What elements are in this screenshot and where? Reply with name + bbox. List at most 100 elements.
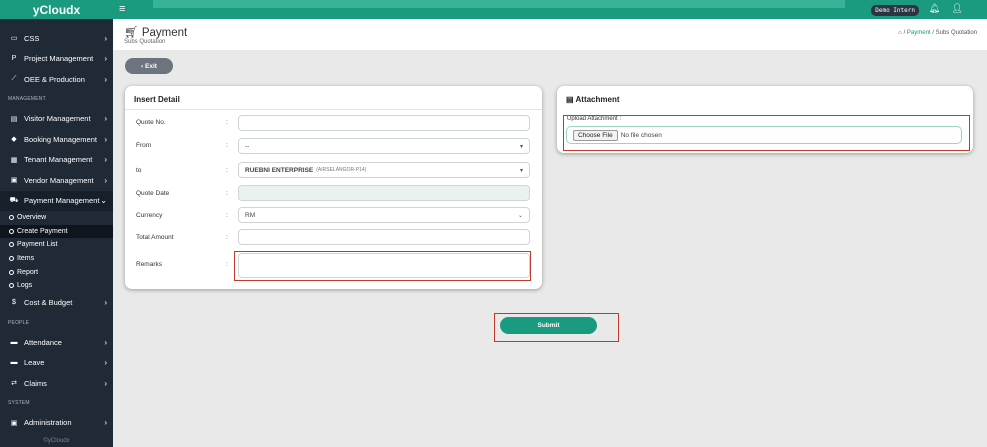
- circle-icon: [9, 283, 14, 289]
- cart-icon: ⛟: [9, 197, 19, 205]
- exit-label: Exit: [145, 62, 157, 70]
- highlight-box: [563, 115, 970, 151]
- currency-select-value: RM: [245, 211, 256, 219]
- chevron-right-icon: ›: [104, 378, 107, 388]
- chevron-right-icon: ›: [104, 155, 107, 165]
- chevron-right-icon: ›: [104, 74, 107, 84]
- field-label-currency: Currency: [136, 212, 163, 219]
- sub-label: Report: [17, 268, 39, 276]
- sidebar-item-tenant-management[interactable]: ▦ Tenant Management ›: [0, 150, 113, 171]
- sidebar-sub-create-payment[interactable]: Create Payment: [0, 224, 113, 239]
- chevron-right-icon: ›: [104, 134, 107, 144]
- colon: :: [226, 212, 228, 219]
- attachment-title: Attachment: [575, 95, 620, 104]
- to-select-value: RUEBNI ENTERPRISE: [245, 166, 314, 174]
- from-select[interactable]: -- ▾: [238, 138, 530, 154]
- quote-date-input: [238, 185, 530, 201]
- admin-icon: ▣: [10, 419, 18, 427]
- circle-icon: [9, 256, 14, 262]
- sidebar-item-label: Administration: [24, 418, 72, 428]
- dollar-icon: $: [12, 299, 16, 307]
- topbar: ≡ Demo Intern 🔔︎ 👤︎: [113, 0, 987, 19]
- sidebar-sub-report[interactable]: Report: [0, 265, 113, 279]
- caret-down-icon: ▾: [519, 143, 523, 150]
- user-icon[interactable]: 👤︎: [952, 3, 963, 14]
- sidebar-item-label: Leave: [24, 358, 45, 368]
- sidebar-item-payment-management[interactable]: ⛟ Payment Management ⌄: [0, 190, 113, 211]
- sidebar-item-label: Visitor Management: [24, 114, 91, 124]
- section-people: PEOPLE: [8, 319, 30, 326]
- chevron-right-icon: ›: [104, 114, 107, 124]
- tag-icon: ◆: [11, 136, 17, 144]
- home-icon[interactable]: ⌂: [898, 30, 902, 36]
- sidebar-item-label: Booking Management: [24, 134, 97, 144]
- highlight-box: [494, 313, 619, 342]
- topbar-highlight: [153, 0, 845, 8]
- chevron-right-icon: ›: [104, 175, 107, 185]
- breadcrumb-link-payment[interactable]: Payment: [907, 30, 931, 36]
- sidebar-item-label: Vendor Management: [24, 175, 94, 185]
- chevron-right-icon: ›: [104, 418, 107, 428]
- sidebar-item-booking-management[interactable]: ◆ Booking Management ›: [0, 129, 113, 150]
- sidebar-item-visitor-management[interactable]: ▤ Visitor Management ›: [0, 109, 113, 130]
- section-system: SYSTEM: [8, 400, 30, 407]
- colon: :: [226, 261, 228, 268]
- monitor-icon: ▭: [10, 35, 18, 43]
- breadcrumb: ⌂ / Payment / Subs Quotation: [898, 30, 977, 36]
- sidebar-item-label: OEE & Production: [24, 74, 85, 84]
- chevron-down-icon: ⌄: [517, 212, 523, 219]
- quote-no-input[interactable]: [238, 115, 530, 131]
- divider: [125, 109, 542, 110]
- id-card-icon: ▤: [10, 115, 18, 123]
- sub-label: Overview: [17, 214, 47, 222]
- colon: :: [226, 119, 228, 126]
- sidebar-item-label: Attendance: [24, 337, 62, 347]
- sidebar-item-vendor-management[interactable]: ▣ Vendor Management ›: [0, 170, 113, 191]
- sidebar-item-oee-production[interactable]: ⟋ OEE & Production ›: [0, 69, 113, 90]
- sidebar-sub-logs[interactable]: Logs: [0, 279, 113, 293]
- sidebar-item-administration[interactable]: ▣ Administration ›: [0, 413, 113, 434]
- page-title-text: Payment: [141, 27, 188, 39]
- menu-icon[interactable]: ≡: [119, 3, 125, 15]
- sidebar-item-css[interactable]: ▭ CSS ›: [0, 28, 113, 49]
- project-icon: P: [11, 55, 17, 63]
- sub-label: Create Payment: [17, 227, 68, 235]
- colon: :: [226, 234, 228, 241]
- sidebar-sub-overview[interactable]: Overview: [0, 211, 113, 225]
- claims-icon: ⇄: [11, 380, 17, 388]
- sidebar-sub-items[interactable]: Items: [0, 252, 113, 266]
- page-header: 🛒︎ Payment Subs Quotation ⌂ / Payment / …: [113, 19, 987, 50]
- sub-label: Logs: [17, 282, 33, 290]
- exit-button[interactable]: ‹ Exit: [125, 58, 173, 74]
- to-select[interactable]: RUEBNI ENTERPRISE (AIRSELANGOR-P14) ▾: [238, 162, 530, 178]
- colon: :: [226, 142, 228, 149]
- sidebar-item-cost-budget[interactable]: $ Cost & Budget ›: [0, 293, 113, 314]
- sidebar-item-label: Project Management: [24, 54, 94, 64]
- building-icon: ▦: [10, 156, 18, 164]
- chart-icon: ⟋: [11, 75, 17, 83]
- sidebar-item-leave[interactable]: ▬ Leave ›: [0, 353, 113, 374]
- card-title: Insert Detail: [134, 95, 180, 104]
- user-badge[interactable]: Demo Intern: [871, 5, 919, 16]
- sidebar-item-claims[interactable]: ⇄ Claims ›: [0, 373, 113, 394]
- sub-label: Items: [17, 255, 35, 263]
- sidebar-sub-payment-list[interactable]: Payment List: [0, 238, 113, 252]
- breadcrumb-sep: /: [932, 30, 934, 36]
- sidebar-item-label: Payment Management: [24, 196, 100, 206]
- sidebar-item-project-management[interactable]: P Project Management ›: [0, 49, 113, 70]
- caret-down-icon: ▾: [519, 167, 523, 174]
- currency-select[interactable]: RM ⌄: [238, 207, 530, 223]
- field-label-total-amount: Total Amount: [136, 234, 174, 241]
- vendor-icon: ▣: [10, 177, 18, 185]
- colon: :: [226, 167, 228, 174]
- field-label-quote-date: Quote Date: [136, 190, 170, 197]
- page-subtitle: Subs Quotation: [124, 39, 166, 45]
- chevron-right-icon: ›: [104, 298, 107, 308]
- total-amount-input[interactable]: [238, 229, 530, 245]
- chevron-right-icon: ›: [104, 337, 107, 347]
- app-logo[interactable]: yCloudx: [0, 0, 113, 19]
- chevron-right-icon: ›: [104, 33, 107, 43]
- circle-icon: [9, 269, 14, 275]
- bell-icon[interactable]: 🔔︎: [929, 3, 940, 14]
- sidebar-item-attendance[interactable]: ▬ Attendance ›: [0, 332, 113, 353]
